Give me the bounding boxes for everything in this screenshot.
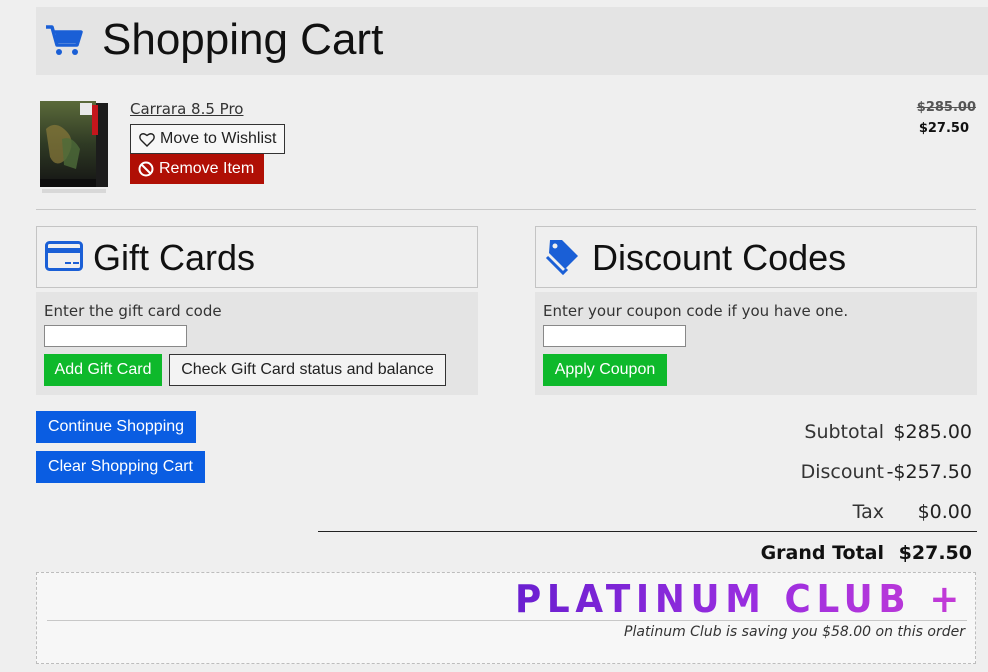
product-image[interactable] bbox=[36, 99, 112, 196]
item-price: $27.50 bbox=[918, 121, 969, 136]
item-divider bbox=[36, 209, 976, 210]
remove-item-label: Remove Item bbox=[159, 160, 255, 177]
page-title: Shopping Cart bbox=[102, 15, 384, 64]
clear-shopping-cart-button[interactable]: Clear Shopping Cart bbox=[36, 451, 205, 483]
discount-value: -$257.50 bbox=[886, 461, 972, 483]
gift-card-code-input[interactable] bbox=[44, 325, 187, 347]
prohibited-icon bbox=[138, 161, 154, 177]
gift-cards-title: Gift Cards bbox=[93, 237, 256, 278]
gift-card-code-label: Enter the gift card code bbox=[44, 302, 222, 320]
original-price: $285.00 bbox=[916, 100, 976, 115]
platinum-divider bbox=[47, 620, 967, 621]
check-gift-card-button[interactable]: Check Gift Card status and balance bbox=[169, 354, 446, 386]
platinum-club-logo: PLATINUM CLUB + bbox=[515, 579, 965, 617]
apply-coupon-button[interactable]: Apply Coupon bbox=[543, 354, 667, 386]
coupon-code-label: Enter your coupon code if you have one. bbox=[543, 302, 849, 320]
subtotal-label: Subtotal bbox=[804, 421, 884, 443]
discount-codes-title: Discount Codes bbox=[592, 237, 847, 278]
shopping-cart-icon bbox=[46, 25, 83, 55]
gift-cards-body: Enter the gift card code Add Gift Card C… bbox=[36, 292, 478, 395]
platinum-club-banner: PLATINUM CLUB + Platinum Club is saving … bbox=[36, 572, 976, 664]
gift-cards-header: Gift Cards bbox=[36, 226, 478, 288]
credit-card-icon bbox=[45, 241, 83, 271]
tag-icon bbox=[545, 240, 578, 276]
remove-item-button[interactable]: Remove Item bbox=[130, 154, 264, 184]
discount-codes-body: Enter your coupon code if you have one. … bbox=[535, 292, 977, 395]
platinum-savings-note: Platinum Club is saving you $58.00 on th… bbox=[624, 624, 965, 640]
tax-value: $0.00 bbox=[917, 501, 972, 523]
header-bar: Shopping Cart bbox=[36, 7, 988, 75]
product-name-link[interactable]: Carrara 8.5 Pro bbox=[130, 100, 243, 118]
svg-text:PLATINUM CLUB +: PLATINUM CLUB + bbox=[515, 579, 965, 617]
move-to-wishlist-label: Move to Wishlist bbox=[160, 130, 277, 147]
move-to-wishlist-button[interactable]: Move to Wishlist bbox=[130, 124, 285, 154]
discount-label: Discount bbox=[800, 461, 884, 483]
summary-rule bbox=[318, 531, 977, 532]
discount-codes-header: Discount Codes bbox=[535, 226, 977, 288]
grand-total-label: Grand Total bbox=[760, 542, 884, 564]
coupon-code-input[interactable] bbox=[543, 325, 686, 347]
tax-label: Tax bbox=[852, 501, 884, 523]
continue-shopping-button[interactable]: Continue Shopping bbox=[36, 411, 196, 443]
grand-total-value: $27.50 bbox=[898, 542, 972, 564]
subtotal-value: $285.00 bbox=[893, 421, 972, 443]
heart-icon bbox=[139, 132, 155, 147]
add-gift-card-button[interactable]: Add Gift Card bbox=[44, 354, 162, 386]
